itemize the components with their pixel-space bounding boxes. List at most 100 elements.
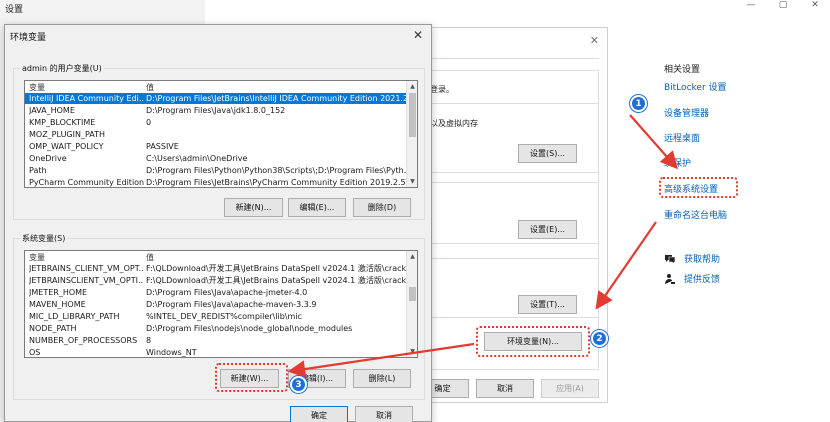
system-delete-button[interactable]: 删除(L) (353, 369, 411, 388)
var-name: JETBRAINSCLIENT_VM_OPTI... (29, 276, 144, 285)
system-variables-label: 系统变量(S) (20, 233, 68, 244)
var-value: %INTEL_DEV_REDIST%compiler\lib\mic (146, 312, 302, 321)
list-item[interactable]: MAVEN_HOME D:\Program Files\Java\apache-… (25, 299, 407, 310)
startup-settings-button[interactable]: 设置(T)... (518, 295, 577, 314)
close-icon[interactable]: ✕ (413, 28, 423, 42)
link-device-manager[interactable]: 设备管理器 (664, 106, 709, 119)
close-icon[interactable]: ✕ (808, 0, 822, 10)
scroll-thumb[interactable] (409, 287, 416, 301)
feedback-label: 提供反馈 (684, 275, 721, 285)
var-value: C:\Users\admin\OneDrive (146, 154, 248, 163)
header-variable: 变量 (29, 253, 45, 262)
list-item[interactable]: MOZ_PLUGIN_PATH (25, 129, 407, 140)
scrollbar[interactable]: ▲ ▼ (406, 81, 417, 187)
new-button-highlight (215, 363, 288, 392)
var-value: D:\Program Files\JetBrains\IntelliJ IDEA… (146, 94, 406, 103)
list-item[interactable]: NODE_PATH D:\Program Files\nodejs\node_g… (25, 323, 407, 334)
env-button-highlight (476, 326, 590, 357)
var-value: Windows_NT (146, 348, 197, 357)
var-name: OneDrive (29, 154, 67, 163)
related-settings-title: 相关设置 (664, 65, 701, 75)
sysprop-apply-button[interactable]: 应用(A) (541, 379, 599, 398)
advanced-settings-highlight (659, 177, 738, 198)
env-cancel-button[interactable]: 取消 (355, 406, 413, 422)
var-name: JMETER_HOME (29, 288, 88, 297)
list-item[interactable]: JETBRAINSCLIENT_VM_OPTI... F:\QLDownload… (25, 275, 407, 286)
system-variables-list[interactable]: 变量 值 JETBRAINS_CLIENT_VM_OPT... F:\QLDow… (24, 250, 418, 358)
user-new-button[interactable]: 新建(N)... (224, 198, 283, 217)
user-variables-label: admin 的用户变量(U) (20, 63, 104, 74)
var-value: D:\Program Files\Python\Python38\Scripts… (146, 166, 406, 175)
scroll-down-icon[interactable]: ▼ (407, 176, 417, 187)
scroll-up-icon[interactable]: ▲ (407, 81, 417, 92)
link-system-protection[interactable]: 统保护 (664, 156, 691, 169)
var-name: IntelliJ IDEA Community Edi... (29, 94, 144, 103)
var-value: D:\Program Files\Java\apache-jmeter-4.0 (146, 288, 308, 297)
feedback-link[interactable]: 提供反馈 (664, 272, 720, 285)
var-value: F:\QLDownload\开发工具\JetBrains DataSpell v… (146, 264, 406, 273)
scroll-down-icon[interactable]: ▼ (407, 346, 417, 357)
var-name: OS (29, 348, 41, 357)
list-item[interactable]: JAVA_HOME D:\Program Files\Java\jdk1.8.0… (25, 105, 407, 116)
user-edit-button[interactable]: 编辑(E)... (288, 198, 346, 217)
var-value: F:\QLDownload\开发工具\JetBrains DataSpell v… (146, 276, 406, 285)
header-variable: 变量 (29, 83, 45, 92)
scroll-thumb[interactable] (409, 93, 416, 137)
step-badge-2: 2 (591, 330, 608, 347)
maximize-icon[interactable]: ▢ (776, 0, 790, 10)
var-name: NUMBER_OF_PROCESSORS (29, 336, 138, 345)
sysprop-cancel-button[interactable]: 取消 (476, 379, 534, 398)
var-value: PASSIVE (146, 142, 179, 151)
dialog-title: 环境变量 (10, 33, 47, 43)
list-item[interactable]: Path D:\Program Files\Python\Python38\Sc… (25, 165, 407, 176)
header-value: 值 (146, 253, 154, 262)
var-value: D:\Program Files\JetBrains\PyCharm Commu… (146, 178, 406, 187)
window-controls: — ▢ ✕ (744, 0, 822, 10)
link-remote-desktop[interactable]: 远程桌面 (664, 131, 700, 144)
var-name: KMP_BLOCKTIME (29, 118, 96, 127)
var-value: 8 (146, 336, 152, 345)
link-rename-pc[interactable]: 重命名这台电脑 (664, 208, 727, 221)
tab-strip (421, 58, 599, 59)
var-name: MOZ_PLUGIN_PATH (29, 130, 106, 139)
get-help-label: 获取帮助 (684, 255, 721, 265)
var-name: JAVA_HOME (29, 106, 75, 115)
var-name: PyCharm Community Edition (29, 178, 144, 187)
list-item[interactable]: JMETER_HOME D:\Program Files\Java\apache… (25, 287, 407, 298)
var-name: MAVEN_HOME (29, 300, 86, 309)
sysprop-text-virtual-memory: 以及虚拟内存 (430, 119, 478, 128)
user-delete-button[interactable]: 删除(D) (353, 198, 411, 217)
close-icon[interactable]: ✕ (590, 34, 599, 47)
list-item[interactable]: JETBRAINS_CLIENT_VM_OPT... F:\QLDownload… (25, 263, 407, 274)
list-item[interactable]: OneDrive C:\Users\admin\OneDrive (25, 153, 407, 164)
link-bitlocker[interactable]: BitLocker 设置 (664, 80, 727, 93)
env-ok-button[interactable]: 确定 (290, 406, 348, 422)
performance-settings-button[interactable]: 设置(S)... (518, 144, 577, 163)
scrollbar[interactable]: ▲ ▼ (406, 251, 417, 357)
var-value: 0 (146, 118, 152, 127)
user-variables-list[interactable]: 变量 值 IntelliJ IDEA Community Edi... D:\P… (24, 80, 418, 188)
list-item[interactable]: PyCharm Community Edition D:\Program Fil… (25, 177, 407, 187)
list-header: 变量 值 (25, 252, 407, 263)
profiles-settings-button[interactable]: 设置(E)... (518, 220, 577, 239)
var-name: OMP_WAIT_POLICY (29, 142, 104, 151)
var-name: Path (29, 166, 47, 175)
step-badge-1: 1 (630, 95, 647, 112)
feedback-icon (664, 273, 676, 285)
settings-title: 设置 (5, 5, 24, 15)
var-name: MIC_LD_LIBRARY_PATH (29, 312, 120, 321)
list-item[interactable]: KMP_BLOCKTIME 0 (25, 117, 407, 128)
header-value: 值 (146, 83, 154, 92)
list-item[interactable]: IntelliJ IDEA Community Edi... D:\Progra… (25, 93, 407, 104)
var-value: D:\Program Files\nodejs\node_global\node… (146, 324, 353, 333)
list-item[interactable]: MIC_LD_LIBRARY_PATH %INTEL_DEV_REDIST%co… (25, 311, 407, 322)
scroll-up-icon[interactable]: ▲ (407, 251, 417, 262)
var-name: NODE_PATH (29, 324, 77, 333)
step-badge-3: 3 (290, 376, 307, 393)
list-item[interactable]: OS Windows_NT (25, 347, 407, 357)
list-item[interactable]: NUMBER_OF_PROCESSORS 8 (25, 335, 407, 346)
list-item[interactable]: OMP_WAIT_POLICY PASSIVE (25, 141, 407, 152)
minimize-icon[interactable]: — (744, 0, 758, 10)
get-help-link[interactable]: 获取帮助 (664, 252, 720, 265)
sysprop-text-login: 登录。 (430, 85, 454, 94)
